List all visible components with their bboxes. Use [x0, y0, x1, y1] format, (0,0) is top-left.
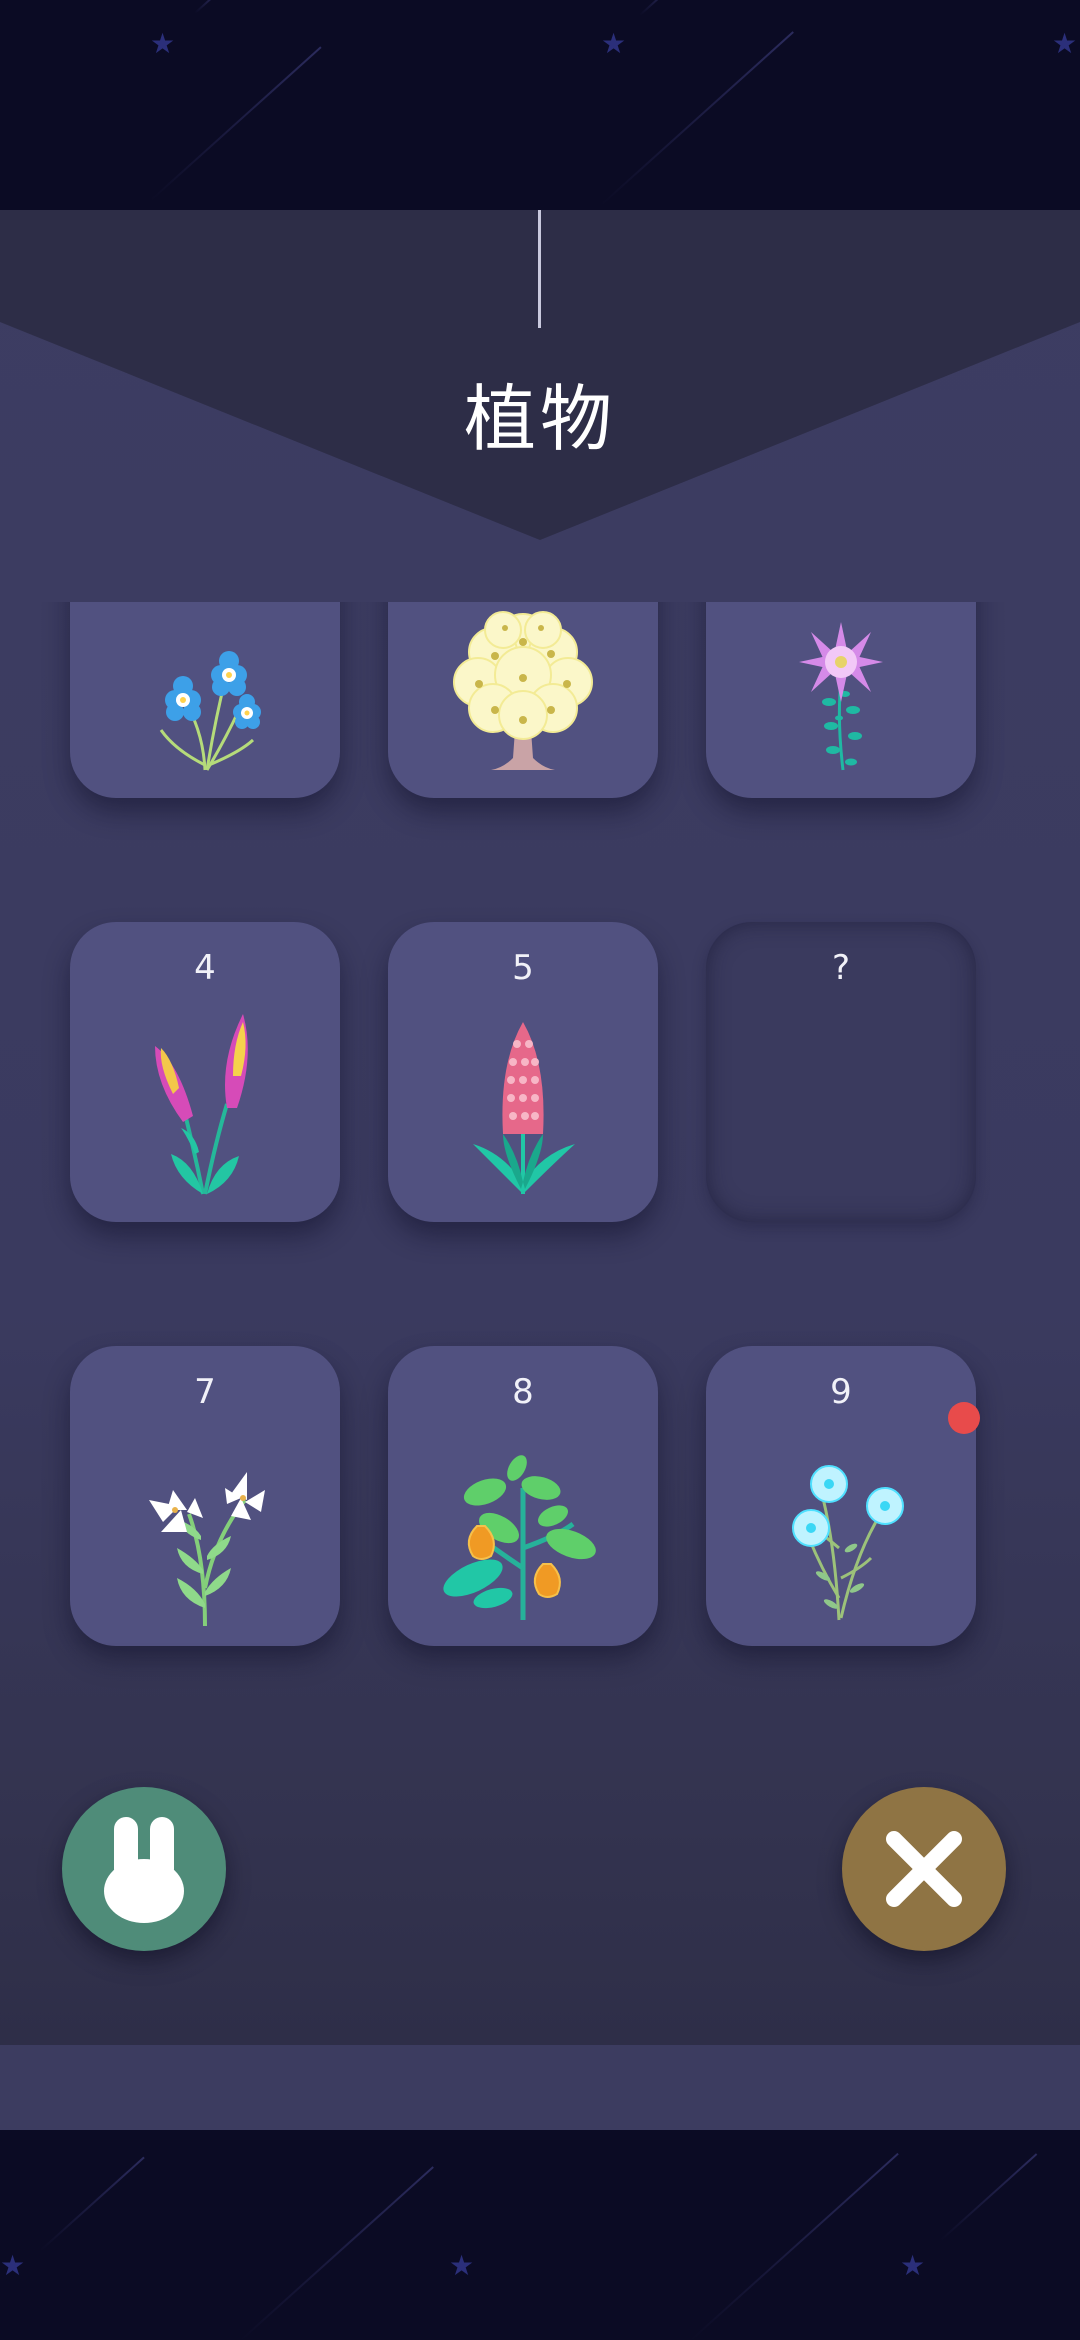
magenta-celosia-icon — [155, 1014, 248, 1195]
star-icon: ★ — [449, 2249, 475, 2282]
star-icon: ★ — [1052, 27, 1078, 60]
star-icon: ★ — [150, 27, 176, 60]
card-number: 5 — [512, 948, 534, 988]
plant-card-1[interactable]: 1 — [70, 602, 340, 798]
star-icon: ★ — [900, 2249, 926, 2282]
close-button[interactable] — [842, 1787, 1006, 1951]
purple-passion-flower-icon — [799, 622, 883, 771]
night-sky-bottom: ★ ★ ★ — [0, 2130, 1080, 2340]
white-lily-icon — [149, 1472, 265, 1627]
plant-card-9[interactable]: 9 — [706, 1346, 976, 1646]
shooting-star-streak — [149, 46, 322, 202]
shooting-star-streak — [599, 31, 794, 207]
plant-card-2[interactable]: 2 — [388, 602, 658, 798]
shooting-star-streak — [689, 2152, 899, 2340]
card-number: ? — [831, 948, 851, 988]
close-icon — [886, 1831, 962, 1907]
notification-dot — [948, 1402, 980, 1434]
shooting-star-streak — [639, 0, 671, 16]
orange-lantern-plant-icon — [443, 1455, 596, 1620]
rabbit-button[interactable] — [62, 1787, 226, 1951]
star-icon: ★ — [601, 27, 627, 60]
shooting-star-streak — [239, 2166, 434, 2340]
grid-fade-overlay — [0, 1642, 1080, 1742]
cyan-cornflower-icon — [792, 1465, 904, 1621]
plant-card-3[interactable]: 3 — [706, 602, 976, 798]
card-number: 4 — [194, 948, 216, 988]
panel-footer — [0, 2045, 1080, 2130]
plant-card-locked[interactable]: ? — [706, 922, 976, 1222]
page-title: 植物 — [463, 377, 616, 461]
hanging-string — [538, 210, 541, 328]
star-icon: ★ — [0, 2249, 26, 2282]
shooting-star-streak — [939, 2153, 1038, 2242]
shooting-star-streak — [194, 0, 218, 14]
card-number: 8 — [512, 1372, 534, 1412]
rabbit-icon — [104, 1817, 184, 1923]
pink-hyacinth-icon — [473, 1022, 575, 1194]
plant-grid: 1 2 — [0, 602, 1080, 1742]
plant-card-5[interactable]: 5 — [388, 922, 658, 1222]
card-number: 9 — [830, 1372, 852, 1412]
card-number: 7 — [194, 1372, 216, 1412]
plant-card-7[interactable]: 7 — [70, 1346, 340, 1646]
blue-forget-me-not-icon — [159, 651, 261, 771]
shooting-star-streak — [39, 2156, 145, 2252]
glowing-yellow-tree-icon — [453, 611, 593, 770]
plant-card-4[interactable]: 4 — [70, 922, 340, 1222]
night-sky-top: ★ ★ ★ — [0, 0, 1080, 210]
plant-card-8[interactable]: 8 — [388, 1346, 658, 1646]
